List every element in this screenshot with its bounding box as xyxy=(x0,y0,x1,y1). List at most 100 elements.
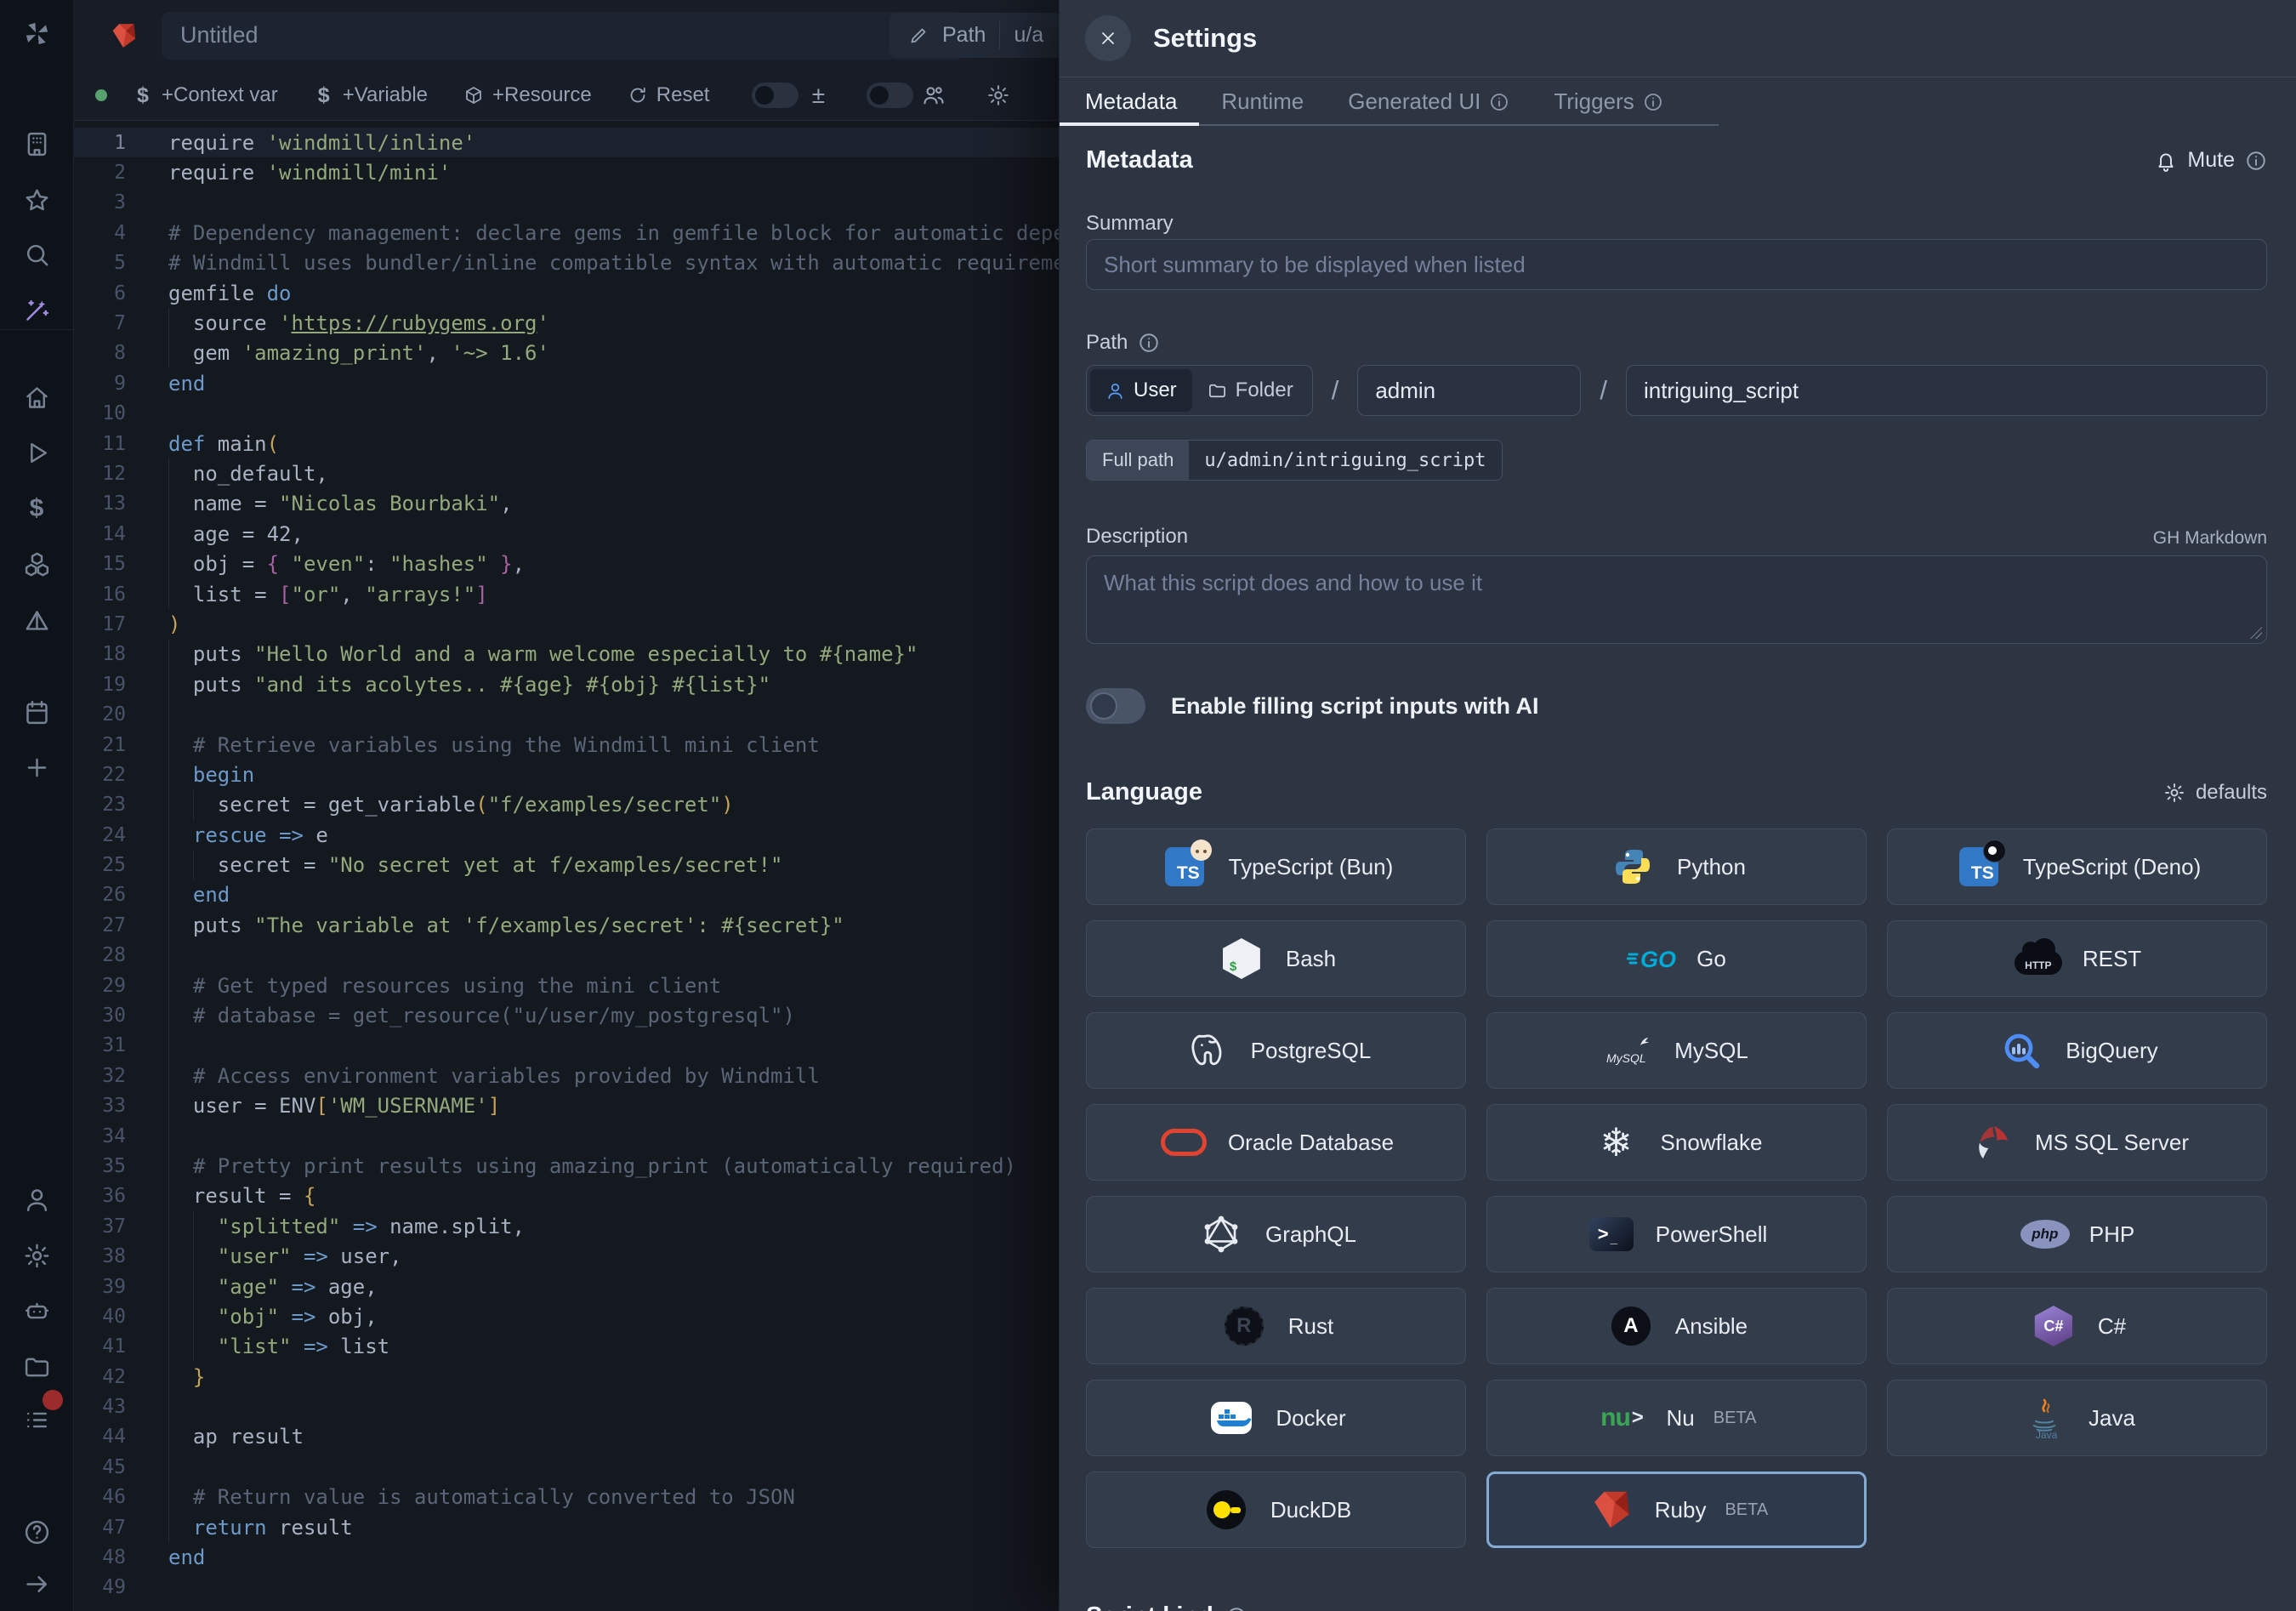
add-variable-button[interactable]: $ +Variable xyxy=(314,83,428,107)
resources-icon[interactable] xyxy=(17,544,56,583)
language-card-oracle-database[interactable]: Oracle Database xyxy=(1086,1104,1466,1181)
ai-fill-toggle[interactable] xyxy=(1086,688,1145,724)
language-card-bigquery[interactable]: BigQuery xyxy=(1887,1012,2267,1089)
script-title-input[interactable]: Untitled xyxy=(162,12,964,60)
language-card-go[interactable]: GOGo xyxy=(1486,920,1867,997)
multiplayer-toggle[interactable] xyxy=(867,83,946,108)
path-button-value: u/a xyxy=(1014,23,1043,48)
resize-handle[interactable] xyxy=(2248,625,2262,639)
editor-settings-button[interactable] xyxy=(986,83,1010,107)
mute-button[interactable]: Mute xyxy=(2155,148,2267,173)
info-icon[interactable] xyxy=(1225,1606,1247,1611)
collapse-sidebar-icon[interactable] xyxy=(17,1564,56,1603)
owner-kind-folder[interactable]: Folder xyxy=(1192,369,1309,412)
language-label: Bash xyxy=(1286,946,1336,972)
ai-builder-icon[interactable] xyxy=(17,290,56,329)
line-number: 28 xyxy=(73,944,126,966)
help-icon[interactable] xyxy=(17,1512,56,1551)
tab-generated-ui[interactable]: Generated UI xyxy=(1326,77,1532,126)
language-card-mysql[interactable]: MySQLMySQL xyxy=(1486,1012,1867,1089)
language-card-python[interactable]: Python xyxy=(1486,828,1867,905)
schedules-icon[interactable] xyxy=(17,692,56,731)
language-card-ms-sql-server[interactable]: MS SQL Server xyxy=(1887,1104,2267,1181)
indent-guide xyxy=(168,1452,169,1482)
summary-input[interactable]: Short summary to be displayed when liste… xyxy=(1086,239,2267,290)
home-icon[interactable] xyxy=(17,378,56,417)
language-card-bash[interactable]: $Bash xyxy=(1086,920,1466,997)
favorites-icon[interactable] xyxy=(17,180,56,219)
indent-guide xyxy=(168,1121,169,1151)
metadata-heading: Metadata xyxy=(1086,146,1193,174)
close-settings-button[interactable] xyxy=(1085,15,1131,61)
info-icon[interactable] xyxy=(1643,92,1663,112)
language-grid: TSTypeScript (Bun) Python TSTypeScript (De… xyxy=(1086,828,2267,1548)
beta-badge: BETA xyxy=(1713,1409,1757,1428)
folders-icon[interactable] xyxy=(17,1347,56,1386)
line-number: 15 xyxy=(73,553,126,575)
add-resource-button[interactable]: +Resource xyxy=(463,83,592,107)
line-number: 42 xyxy=(73,1366,126,1388)
language-card-java[interactable]: JavaJava xyxy=(1887,1380,2267,1456)
svg-text:MySQL: MySQL xyxy=(1606,1051,1646,1065)
line-number: 37 xyxy=(73,1215,126,1238)
variables-icon[interactable]: $ xyxy=(17,489,56,528)
tab-runtime[interactable]: Runtime xyxy=(1199,77,1326,126)
ai-assistant-icon[interactable] xyxy=(17,1291,56,1330)
multiplayer-toggle-track[interactable] xyxy=(867,83,913,108)
language-defaults-button[interactable]: defaults xyxy=(2163,781,2267,805)
indent-guide xyxy=(168,910,169,940)
language-card-rust[interactable]: RRust xyxy=(1086,1288,1466,1364)
workspace-icon[interactable] xyxy=(17,124,56,163)
language-card-graphql[interactable]: GraphQL xyxy=(1086,1196,1466,1272)
diff-toggle-track[interactable] xyxy=(752,83,798,108)
reset-button[interactable]: Reset xyxy=(628,83,710,107)
create-icon[interactable] xyxy=(17,748,56,787)
description-textarea[interactable]: What this script does and how to use it xyxy=(1086,555,2267,644)
account-icon[interactable] xyxy=(17,1180,56,1219)
indent-guide xyxy=(168,1483,169,1512)
language-card-nu[interactable]: nu>NuBETA xyxy=(1486,1380,1867,1456)
line-number: 38 xyxy=(73,1245,126,1267)
language-card-postgresql[interactable]: PostgreSQL xyxy=(1086,1012,1466,1089)
language-card-rest[interactable]: HTTPREST xyxy=(1887,920,2267,997)
info-icon[interactable] xyxy=(1138,332,1160,354)
typescript-deno-logo: TS xyxy=(1953,842,2004,891)
language-card-c[interactable]: C#C# xyxy=(1887,1288,2267,1364)
language-label: Python xyxy=(1677,854,1746,880)
language-card-duckdb[interactable]: DuckDB xyxy=(1086,1472,1466,1548)
line-number: 17 xyxy=(73,613,126,635)
workspace-settings-icon[interactable] xyxy=(17,1236,56,1275)
path-owner-input[interactable]: admin xyxy=(1357,365,1581,416)
tab-triggers[interactable]: Triggers xyxy=(1532,77,1685,126)
language-card-snowflake[interactable]: ❄Snowflake xyxy=(1486,1104,1867,1181)
runs-icon[interactable] xyxy=(17,433,56,472)
search-icon[interactable] xyxy=(17,235,56,274)
language-label: Snowflake xyxy=(1661,1130,1763,1156)
info-icon[interactable] xyxy=(1489,92,1509,112)
workers-icon[interactable] xyxy=(17,1400,56,1439)
language-card-php[interactable]: phpPHP xyxy=(1887,1196,2267,1272)
owner-kind-user[interactable]: User xyxy=(1090,369,1192,412)
path-separator: / xyxy=(1332,375,1339,406)
line-number: 34 xyxy=(73,1125,126,1147)
info-icon[interactable] xyxy=(2245,150,2267,172)
indent-guide xyxy=(168,549,169,578)
language-card-typescript-deno[interactable]: TSTypeScript (Deno) xyxy=(1887,828,2267,905)
indent-guide xyxy=(168,790,169,820)
windmill-logo[interactable] xyxy=(17,14,56,53)
language-card-powershell[interactable]: >_PowerShell xyxy=(1486,1196,1867,1272)
code-text: rescue => e xyxy=(168,823,328,847)
indent-guide xyxy=(168,1061,169,1090)
tab-metadata[interactable]: Metadata xyxy=(1060,77,1199,126)
triggers-icon[interactable] xyxy=(17,601,56,640)
account-icon xyxy=(23,1186,51,1214)
language-card-ruby[interactable]: RubyBETA xyxy=(1486,1472,1867,1548)
diff-mode-toggle[interactable]: ± xyxy=(752,83,829,108)
language-card-ansible[interactable]: AAnsible xyxy=(1486,1288,1867,1364)
path-name-input[interactable]: intriguing_script xyxy=(1626,365,2267,416)
language-card-docker[interactable]: Docker xyxy=(1086,1380,1466,1456)
path-button[interactable]: Path u/a xyxy=(889,13,1062,58)
line-number: 33 xyxy=(73,1095,126,1117)
add-context-var-button[interactable]: $ +Context var xyxy=(133,83,278,107)
language-card-typescript-bun[interactable]: TSTypeScript (Bun) xyxy=(1086,828,1466,905)
